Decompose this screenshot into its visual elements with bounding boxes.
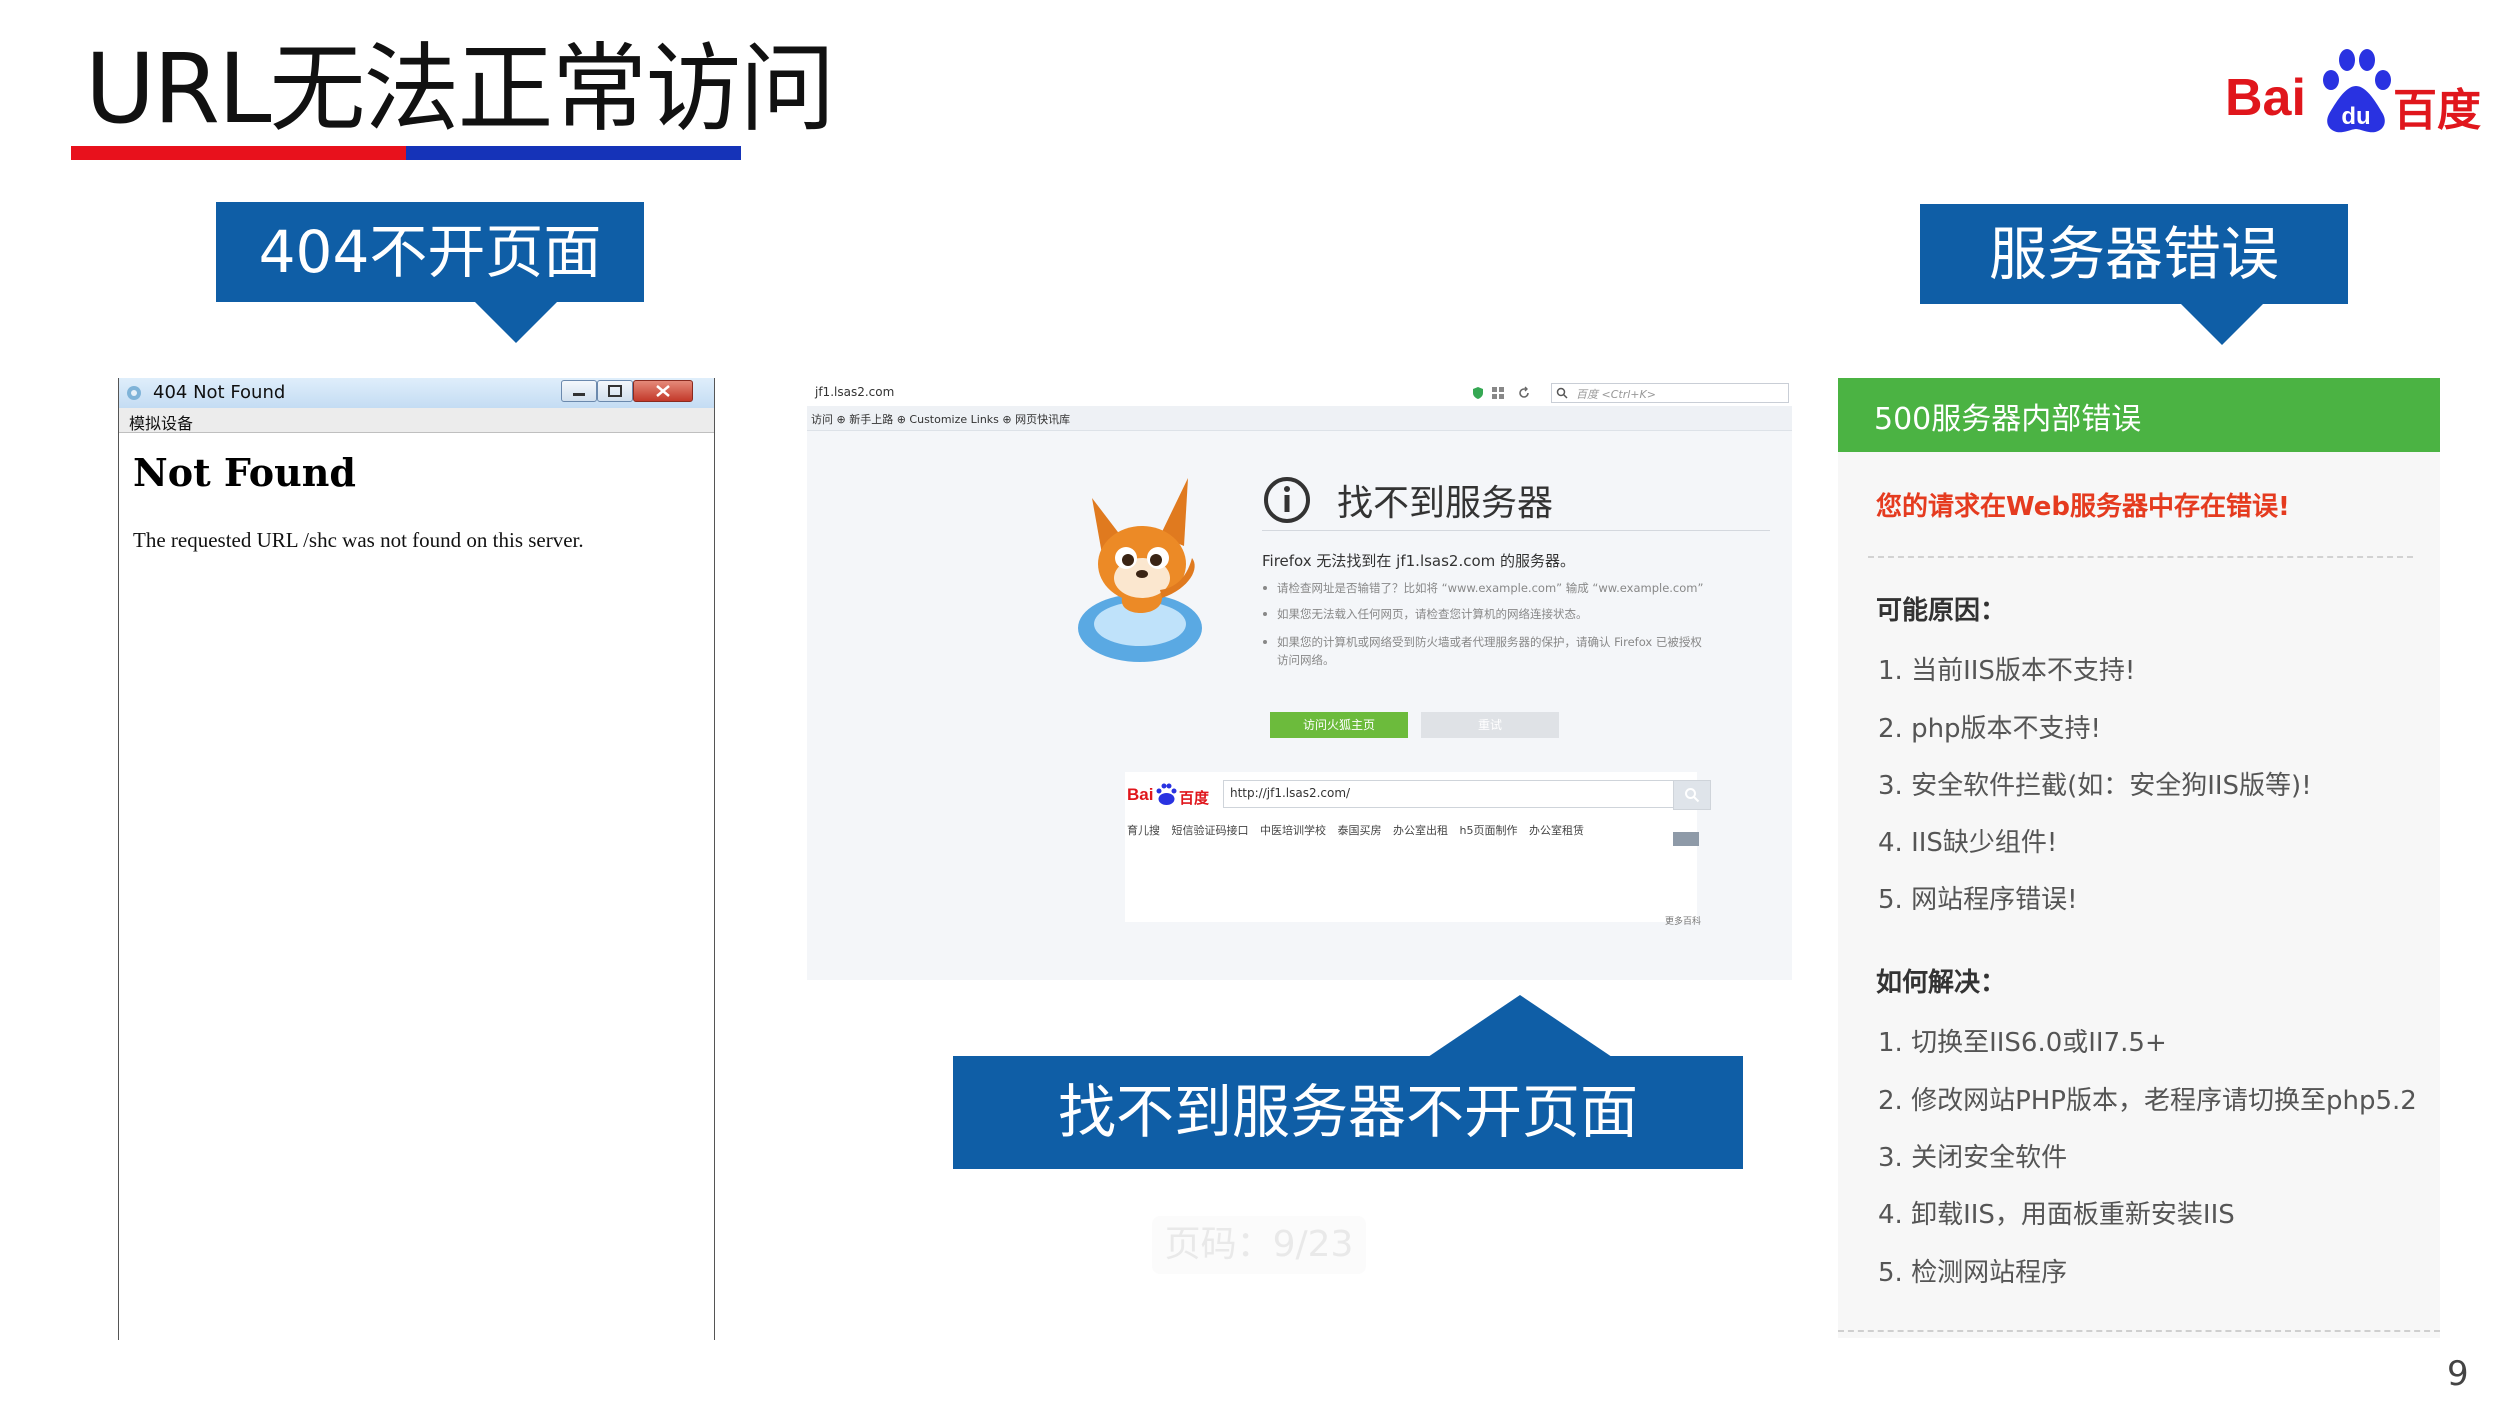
- error-tip: 如果您无法载入任何网页，请检查您计算机的网络连接状态。: [1277, 607, 1588, 621]
- solution-item: 2. 修改网站PHP版本，老程序请切换至php5.2: [1878, 1086, 2417, 1116]
- qr-icon[interactable]: [1673, 832, 1699, 846]
- callout-404-pointer: [474, 301, 558, 343]
- baidu-paw-icon: du: [2323, 49, 2391, 133]
- slide-title: URL无法正常访问: [85, 33, 835, 145]
- baidu-mini-logo-cn: 百度: [1179, 789, 1210, 807]
- baidu-hot-links[interactable]: 育儿搜 短信验证码接口 中医培训学校 泰国买房 办公室出租 h5页面制作 办公室…: [1127, 822, 1584, 838]
- error-tip: 如果您的计算机或网络受到防火墙或者代理服务器的保护，请确认 Firefox 已被…: [1277, 635, 1702, 649]
- heading-divider: [1262, 530, 1770, 531]
- cause-item: 3. 安全软件拦截(如：安全狗IIS版等)!: [1878, 771, 2312, 801]
- firefox-error-page: jf1.lsas2.com 百度 <Ctrl+K> 访问 ⊕ 新手上路 ⊕ Cu…: [807, 380, 1792, 980]
- baidu-search-input[interactable]: http://jf1.lsas2.com/: [1223, 780, 1675, 808]
- baidu-search-value: http://jf1.lsas2.com/: [1230, 786, 1351, 800]
- solution-item: 4. 卸载IIS，用面板重新安装IIS: [1878, 1200, 2235, 1230]
- close-icon: [656, 385, 670, 397]
- baidu-search-button[interactable]: [1673, 780, 1711, 810]
- dashed-divider: [1868, 556, 2413, 558]
- maximize-button[interactable]: [597, 380, 633, 402]
- baidu-mini-logo: Bai 百度: [1127, 782, 1209, 808]
- baidu-mini-logo-latin: Bai: [1127, 785, 1154, 804]
- close-button[interactable]: [633, 380, 693, 402]
- page-number: 9: [2447, 1354, 2469, 1394]
- maximize-icon: [608, 385, 622, 397]
- solutions-heading: 如何解决：: [1876, 968, 2007, 998]
- error-subtitle: Firefox 无法找到在 jf1.lsas2.com 的服务器。: [1262, 552, 1576, 570]
- callout-404: 404不开页面: [216, 202, 644, 302]
- solution-item: 3. 关闭安全软件: [1878, 1143, 2068, 1173]
- baidu-search-widget: Bai 百度 http://jf1.lsas2.com/ 育儿搜 短信验证码接口…: [1125, 772, 1711, 927]
- error-tip: 请检查网址是否输错了？比如将 “www.example.com” 输成 “ww.…: [1277, 581, 1704, 595]
- error-500-page: 500服务器内部错误 您的请求在Web服务器中存在错误! 可能原因： 1. 当前…: [1838, 378, 2440, 1338]
- address-bar[interactable]: jf1.lsas2.com 百度 <Ctrl+K>: [807, 380, 1792, 407]
- window-titlebar[interactable]: 404 Not Found: [119, 378, 714, 408]
- address-url: jf1.lsas2.com: [815, 385, 895, 399]
- info-icon: [1264, 477, 1310, 523]
- not-found-heading: Not Found: [133, 450, 356, 495]
- cause-item: 2. php版本不支持!: [1878, 714, 2101, 744]
- menu-item-device[interactable]: 模拟设备: [129, 410, 193, 434]
- baidu-logo: Bai du 百度: [2225, 46, 2483, 136]
- shield-icon[interactable]: [1471, 386, 1485, 400]
- page-watermark: 页码：9/23: [1152, 1216, 1366, 1274]
- reload-icon[interactable]: [1517, 386, 1531, 400]
- search-icon: [1556, 387, 1568, 399]
- error-tip: 访问网络。: [1277, 653, 1335, 667]
- bookmark-links[interactable]: 访问 ⊕ 新手上路 ⊕ Customize Links ⊕ 网页快讯库: [811, 411, 1070, 427]
- search-placeholder: 百度 <Ctrl+K>: [1576, 388, 1656, 401]
- cause-item: 1. 当前IIS版本不支持!: [1878, 656, 2136, 686]
- logo-text-chinese: 百度: [2393, 85, 2481, 136]
- bookmarks-bar: 访问 ⊕ 新手上路 ⊕ Customize Links ⊕ 网页快讯库: [807, 406, 1792, 431]
- callout-not-found-server: 找不到服务器不开页面: [953, 1056, 1743, 1169]
- window-title: 404 Not Found: [153, 382, 286, 403]
- causes-heading: 可能原因：: [1876, 596, 2007, 626]
- title-underline: [71, 146, 741, 160]
- logo-text-latin: Bai: [2225, 69, 2306, 127]
- firefox-mascot-icon: [1078, 478, 1202, 662]
- visit-home-button[interactable]: 访问火狐主页: [1270, 712, 1408, 738]
- retry-button[interactable]: 重试: [1421, 712, 1559, 738]
- solution-item: 1. 切换至IIS6.0或II7.5+: [1878, 1028, 2167, 1058]
- search-box[interactable]: 百度 <Ctrl+K>: [1551, 383, 1789, 403]
- error-500-header: 500服务器内部错误: [1838, 378, 2440, 452]
- bullet-dot: [1263, 612, 1267, 616]
- error-500-title: 500服务器内部错误: [1874, 402, 2142, 437]
- bullet-dot: [1263, 640, 1267, 644]
- not-found-message: The requested URL /shc was not found on …: [133, 528, 584, 552]
- baidu-mini-paw-icon: [1156, 783, 1177, 805]
- callout-server-error-pointer: [2180, 303, 2264, 345]
- dashed-divider: [1838, 1330, 2440, 1332]
- window-menubar: 模拟设备: [119, 408, 714, 433]
- cause-item: 4. IIS缺少组件!: [1878, 828, 2058, 858]
- callout-server-error: 服务器错误: [1920, 204, 2348, 304]
- logo-paw-text: du: [2341, 103, 2370, 130]
- error-heading: 找不到服务器: [1337, 483, 1554, 524]
- minimize-button[interactable]: [561, 380, 597, 402]
- callout-not-found-pointer: [1428, 995, 1612, 1057]
- window-404: 404 Not Found 模拟设备 Not Found The request…: [118, 378, 715, 1340]
- error-500-alert: 您的请求在Web服务器中存在错误!: [1876, 492, 2290, 522]
- cause-item: 5. 网站程序错误!: [1878, 885, 2078, 915]
- minimize-icon: [573, 393, 585, 396]
- search-icon: [1685, 788, 1700, 803]
- solution-item: 5. 检测网站程序: [1878, 1258, 2068, 1288]
- bullet-dot: [1263, 586, 1267, 590]
- browser-app-icon: [127, 386, 141, 400]
- grid-icon[interactable]: [1491, 386, 1505, 400]
- baidu-more-link[interactable]: 更多百科: [1665, 914, 1701, 927]
